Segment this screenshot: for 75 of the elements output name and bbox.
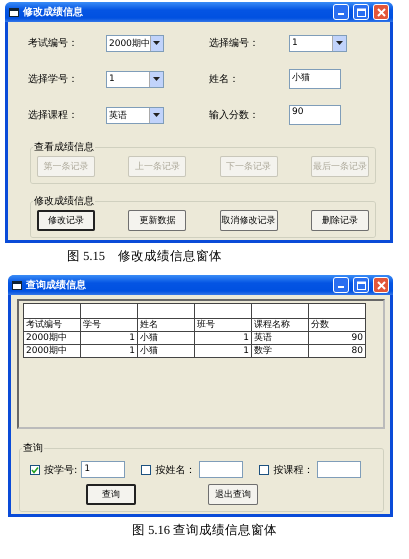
dropdown-arrow-icon <box>153 41 160 45</box>
field-label: 输入分数： <box>209 108 260 122</box>
close-icon <box>376 8 386 16</box>
maximize-button[interactable] <box>353 4 369 20</box>
column-header: 学号 <box>80 318 138 332</box>
window-title: 修改成绩信息 <box>23 6 84 19</box>
table-cell: 1 <box>80 332 138 344</box>
record-button[interactable]: 删除记录 <box>310 210 369 231</box>
checkbox[interactable] <box>259 464 270 474</box>
maximize-icon <box>356 8 366 16</box>
check-icon <box>31 466 39 474</box>
input-field[interactable]: 90 <box>289 105 341 125</box>
dropdown[interactable]: 1 <box>289 34 347 52</box>
input-field[interactable] <box>199 461 244 478</box>
input-field[interactable]: 小猫 <box>289 69 341 89</box>
table-cell <box>24 304 80 318</box>
table-cell: 80 <box>308 344 366 358</box>
table-cell: 小猫 <box>138 344 194 358</box>
filter-label: 按学号: <box>44 464 78 476</box>
window-icon <box>9 8 19 16</box>
field-label: 选择编号： <box>209 36 260 50</box>
dropdown[interactable]: 1 <box>106 70 164 88</box>
column-header: 分数 <box>308 318 366 332</box>
input-field[interactable] <box>317 461 362 478</box>
dropdown-arrow-icon <box>153 113 160 117</box>
table-cell <box>308 304 366 318</box>
checkbox[interactable] <box>30 464 40 474</box>
column-header: 课程名称 <box>252 318 308 332</box>
table-cell: 2000期中 <box>24 332 80 344</box>
minimize-button[interactable] <box>333 277 349 293</box>
group-title: 查询 <box>22 442 44 455</box>
maximize-icon <box>356 280 366 290</box>
filter-label: 按姓名： <box>155 464 196 476</box>
column-header: 班号 <box>194 318 252 332</box>
query-button[interactable]: 退出查询 <box>208 484 258 505</box>
table-cell: 小猫 <box>138 332 194 344</box>
dropdown-arrow-icon <box>153 77 160 81</box>
dropdown[interactable]: 2000期中 <box>106 34 164 52</box>
column-header: 考试编号 <box>24 318 80 332</box>
query-button[interactable]: 查询 <box>86 484 136 505</box>
record-button[interactable]: 修改记录 <box>37 210 95 231</box>
table-cell <box>80 304 138 318</box>
maximize-button[interactable] <box>353 277 369 293</box>
group-title: 查看成绩信息 <box>33 140 95 154</box>
table-cell: 数学 <box>252 344 308 358</box>
window-title: 查询成绩信息 <box>26 278 87 292</box>
column-header: 姓名 <box>138 318 194 332</box>
table-cell: 英语 <box>252 332 308 344</box>
table-cell <box>138 304 194 318</box>
table-cell <box>252 304 308 318</box>
figure-caption: 图 5.15 修改成绩信息窗体 <box>66 248 223 265</box>
figure-caption: 图 5.16 查询成绩信息窗体 <box>130 522 278 539</box>
close-button[interactable] <box>373 277 389 293</box>
group-title: 修改成绩信息 <box>33 194 95 208</box>
checkbox[interactable] <box>141 464 152 474</box>
field-label: 姓名： <box>209 73 240 86</box>
input-field[interactable]: 1 <box>81 461 126 478</box>
dropdown-arrow-icon <box>336 41 343 45</box>
table-cell: 2000期中 <box>24 344 80 358</box>
record-button[interactable]: 更新数据 <box>128 210 186 231</box>
field-label: 考试编号： <box>28 36 79 50</box>
table-cell: 1 <box>194 344 252 358</box>
field-label: 选择学号： <box>28 72 79 86</box>
table-cell: 1 <box>80 344 138 358</box>
table-cell: 90 <box>308 332 366 344</box>
dropdown[interactable]: 英语 <box>106 106 164 124</box>
window-icon <box>12 280 22 290</box>
close-icon <box>376 280 386 290</box>
table-cell <box>194 304 252 318</box>
close-button[interactable] <box>373 4 389 20</box>
field-label: 选择课程： <box>28 108 79 122</box>
minimize-button[interactable] <box>333 4 349 20</box>
table-cell: 1 <box>194 332 252 344</box>
filter-label: 按课程： <box>273 464 314 476</box>
record-button[interactable]: 取消修改记录 <box>220 210 278 231</box>
